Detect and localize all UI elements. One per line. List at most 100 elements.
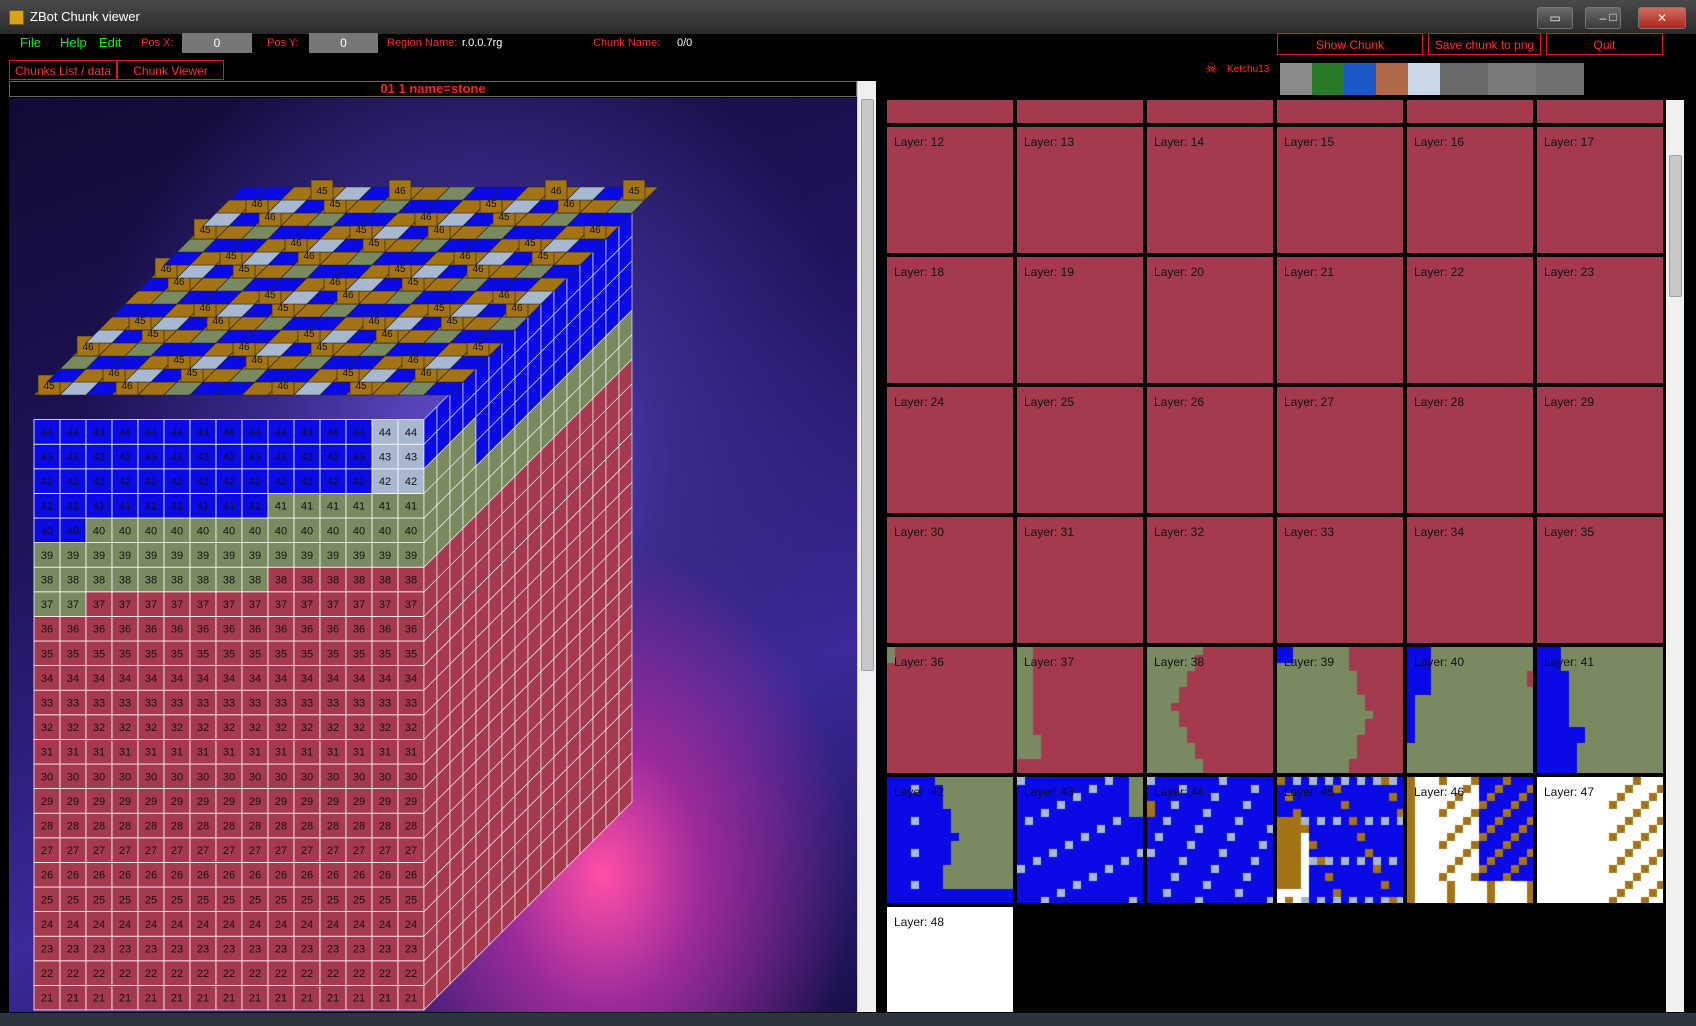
layer-tile[interactable]: Layer: 45: [1276, 776, 1404, 904]
pos-y-label: Pos Y:: [267, 37, 299, 49]
layer-tile-partial[interactable]: [1406, 100, 1534, 124]
layer-tile[interactable]: Layer: 44: [1146, 776, 1274, 904]
block-label: 23: [119, 944, 131, 956]
layer-tile-partial[interactable]: [1276, 100, 1404, 124]
layer-tile[interactable]: Layer: 41: [1536, 646, 1664, 774]
viewer-scroll-thumb[interactable]: [861, 99, 874, 671]
layer-tile[interactable]: Layer: 31: [1016, 516, 1144, 644]
block-label: 33: [41, 698, 53, 710]
tab-chunks-list[interactable]: Chunks List / data: [9, 60, 117, 80]
layer-scrollbar[interactable]: [1666, 100, 1684, 1012]
layer-tile[interactable]: Layer: 19: [1016, 256, 1144, 384]
block-label: 42: [223, 476, 235, 488]
pos-x-input[interactable]: 0: [182, 33, 252, 53]
layer-tile-partial[interactable]: [886, 100, 1014, 124]
chunk-3d-viewer[interactable]: 21 21 21 21 21 21 21 21 21 21 21 21 21 21 21 22 22 22 22 22…: [9, 98, 857, 1012]
block-label: 45: [407, 277, 419, 288]
show-chunk-button[interactable]: Show Chunk: [1277, 33, 1423, 55]
layer-tile[interactable]: Layer: 40: [1406, 646, 1534, 774]
block-label: 33: [223, 698, 235, 710]
tab-chunk-viewer[interactable]: Chunk Viewer: [117, 60, 224, 80]
block-label: 40: [353, 525, 365, 537]
block-label: 35: [327, 648, 339, 660]
block-label: 46: [303, 251, 315, 262]
block-label: 22: [223, 968, 235, 980]
block-label: 24: [405, 919, 417, 931]
block-label: 35: [145, 648, 157, 660]
menu-edit[interactable]: Edit: [99, 35, 121, 50]
block-label: 43: [197, 452, 209, 464]
layer-tile[interactable]: Layer: 34: [1406, 516, 1534, 644]
layer-tile[interactable]: Layer: 47: [1536, 776, 1664, 904]
block-label: 29: [405, 796, 417, 808]
viewer-header: 01 1 name=stone: [9, 81, 857, 97]
layer-tile[interactable]: Layer: 18: [886, 256, 1014, 384]
layer-tile[interactable]: Layer: 32: [1146, 516, 1274, 644]
block-label: 45: [524, 238, 536, 249]
layer-tile[interactable]: Layer: 14: [1146, 126, 1274, 254]
save-chunk-button[interactable]: Save chunk to png: [1428, 33, 1541, 55]
layer-tile-partial[interactable]: [1016, 100, 1144, 124]
menu-file[interactable]: File: [20, 35, 41, 50]
block-label: 41: [327, 501, 339, 513]
block-label: 24: [301, 919, 313, 931]
block-label: 39: [93, 550, 105, 562]
layer-tile[interactable]: Layer: 24: [886, 386, 1014, 514]
layer-tile[interactable]: Layer: 13: [1016, 126, 1144, 254]
layer-tile[interactable]: Layer: 48: [886, 906, 1014, 1012]
restore-icon[interactable]: ▭: [1537, 7, 1573, 29]
block-label: 45: [134, 316, 146, 327]
layer-tile[interactable]: Layer: 27: [1276, 386, 1404, 514]
layer-tile[interactable]: Layer: 37: [1016, 646, 1144, 774]
layer-tile-partial[interactable]: [1536, 100, 1664, 124]
layer-tile[interactable]: Layer: 28: [1406, 386, 1534, 514]
block-label: 41: [275, 501, 287, 513]
block-label: 34: [119, 673, 131, 685]
pos-y-input[interactable]: 0: [309, 33, 378, 53]
layer-tile[interactable]: Layer: 43: [1016, 776, 1144, 904]
block-label: 27: [67, 845, 79, 857]
layer-tile[interactable]: Layer: 25: [1016, 386, 1144, 514]
block-label: 31: [353, 747, 365, 759]
block-label: 35: [67, 648, 79, 660]
block-label: 40: [223, 525, 235, 537]
layer-label: Layer: 43: [1024, 785, 1075, 799]
layer-tile[interactable]: Layer: 21: [1276, 256, 1404, 384]
layer-tile[interactable]: Layer: 35: [1536, 516, 1664, 644]
quit-button[interactable]: Quit: [1546, 33, 1663, 55]
close-button[interactable]: ✕: [1638, 7, 1686, 29]
layer-tile[interactable]: Layer: 22: [1406, 256, 1534, 384]
menu-help[interactable]: Help: [60, 35, 87, 50]
block-label: 43: [405, 452, 417, 464]
block-label: 24: [67, 919, 79, 931]
block-label: 23: [275, 944, 287, 956]
layer-scroll-thumb[interactable]: [1669, 155, 1682, 297]
layer-tile[interactable]: Layer: 42: [886, 776, 1014, 904]
block-label: 27: [327, 845, 339, 857]
layer-tile-partial[interactable]: [1146, 100, 1274, 124]
layer-tile[interactable]: Layer: 20: [1146, 256, 1274, 384]
block-label: 30: [145, 771, 157, 783]
block-label: 24: [41, 919, 53, 931]
layer-tile[interactable]: Layer: 16: [1406, 126, 1534, 254]
block-label: 45: [173, 355, 185, 366]
layer-tile[interactable]: Layer: 46: [1406, 776, 1534, 904]
layer-tile[interactable]: Layer: 33: [1276, 516, 1404, 644]
block-label: 34: [197, 673, 209, 685]
layer-tile[interactable]: Layer: 36: [886, 646, 1014, 774]
block-label: 44: [41, 427, 53, 439]
layer-tile[interactable]: Layer: 12: [886, 126, 1014, 254]
block-label: 45: [277, 303, 289, 314]
maximize-button[interactable]: □: [1603, 7, 1623, 27]
layer-tile[interactable]: Layer: 15: [1276, 126, 1404, 254]
viewer-scrollbar[interactable]: [857, 81, 876, 1012]
layer-tile[interactable]: Layer: 17: [1536, 126, 1664, 254]
layer-tile[interactable]: Layer: 30: [886, 516, 1014, 644]
layer-tile[interactable]: Layer: 39: [1276, 646, 1404, 774]
block-label: 45: [303, 329, 315, 340]
block-label: 46: [381, 329, 393, 340]
layer-tile[interactable]: Layer: 29: [1536, 386, 1664, 514]
layer-tile[interactable]: Layer: 38: [1146, 646, 1274, 774]
layer-tile[interactable]: Layer: 23: [1536, 256, 1664, 384]
layer-tile[interactable]: Layer: 26: [1146, 386, 1274, 514]
